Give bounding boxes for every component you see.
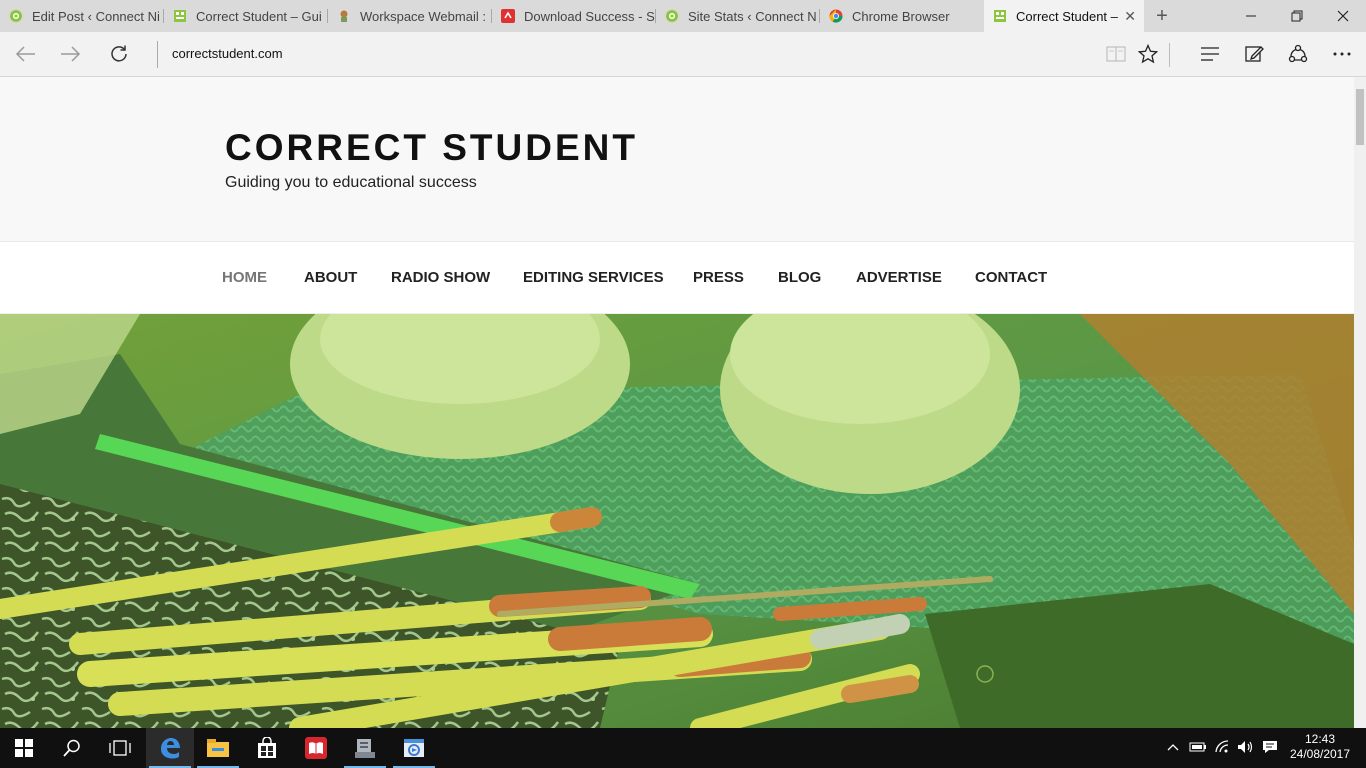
- close-icon: [1337, 10, 1349, 22]
- main-menu: HOME ABOUT RADIO SHOW EDITING SERVICES P…: [0, 242, 1354, 314]
- taskbar-app-pinned[interactable]: [341, 728, 389, 768]
- menu-item-about[interactable]: ABOUT: [304, 269, 357, 286]
- task-view-button[interactable]: [96, 728, 144, 768]
- show-hidden-icons-icon[interactable]: [1167, 740, 1179, 755]
- windows-logo-icon: [15, 739, 33, 757]
- menu-item-advertise[interactable]: ADVERTISE: [856, 269, 942, 286]
- wifi-icon[interactable]: [1214, 740, 1232, 757]
- tab-title: Chrome Browser: [852, 8, 950, 24]
- new-tab-button[interactable]: +: [1150, 4, 1174, 28]
- menu-item-blog[interactable]: BLOG: [778, 269, 821, 286]
- forward-arrow-icon: [61, 46, 81, 62]
- tab-title: Edit Post ‹ Connect Ni: [32, 8, 160, 24]
- action-center-icon[interactable]: [1262, 740, 1278, 757]
- site-title[interactable]: CORRECT STUDENT: [225, 127, 638, 169]
- media-icon: [404, 739, 424, 757]
- menu-item-press[interactable]: PRESS: [693, 269, 744, 286]
- reading-view-button[interactable]: [1099, 38, 1133, 70]
- reader-icon: [305, 737, 327, 759]
- app-icon: [355, 739, 375, 758]
- back-arrow-icon: [15, 46, 35, 62]
- tab-edit-post[interactable]: Edit Post ‹ Connect Ni: [0, 0, 164, 32]
- battery-icon[interactable]: [1189, 741, 1207, 756]
- tab-correct-student-active[interactable]: Correct Student – ✕: [984, 0, 1144, 32]
- more-dots-icon: [1333, 52, 1351, 56]
- restore-button[interactable]: [1274, 0, 1320, 32]
- tab-correct-student-1[interactable]: Correct Student – Gui: [164, 0, 328, 32]
- tab-title: Site Stats ‹ Connect N: [688, 8, 817, 24]
- pen-icon: [1245, 46, 1264, 62]
- taskbar-app-file-explorer[interactable]: [194, 728, 242, 768]
- search-button[interactable]: [48, 728, 96, 768]
- page-scrollbar[interactable]: [1354, 77, 1366, 728]
- connect-favicon-icon: [8, 8, 24, 24]
- taskbar-app-edge[interactable]: [146, 728, 194, 768]
- volume-icon[interactable]: [1237, 740, 1255, 757]
- page-viewport: CORRECT STUDENT Guiding you to education…: [0, 77, 1354, 728]
- clock-date: 24/08/2017: [1289, 747, 1351, 761]
- webmail-favicon-icon: [336, 8, 352, 24]
- edge-icon: [161, 738, 180, 759]
- store-icon: [258, 737, 276, 758]
- share-button[interactable]: [1281, 38, 1315, 70]
- correctstudent-favicon-icon: [992, 8, 1008, 24]
- refresh-button[interactable]: [102, 38, 136, 70]
- menu-item-editing-services[interactable]: EDITING SERVICES: [523, 269, 664, 286]
- close-window-button[interactable]: [1320, 0, 1366, 32]
- tab-site-stats[interactable]: Site Stats ‹ Connect N: [656, 0, 820, 32]
- address-divider: [157, 41, 158, 68]
- minimize-icon: [1246, 15, 1256, 17]
- start-button[interactable]: [0, 728, 48, 768]
- more-button[interactable]: [1325, 38, 1359, 70]
- download-favicon-icon: [500, 8, 516, 24]
- hero-photo-school-supplies: [0, 314, 1354, 728]
- back-button[interactable]: [8, 38, 42, 70]
- system-clock[interactable]: 12:43 24/08/2017: [1284, 732, 1356, 762]
- share-icon: [1288, 44, 1308, 63]
- close-tab-icon[interactable]: ✕: [1124, 8, 1136, 25]
- toolbar-divider: [1169, 43, 1170, 67]
- connect-favicon-icon: [664, 8, 680, 24]
- web-note-button[interactable]: [1237, 38, 1271, 70]
- taskbar: 12:43 24/08/2017: [0, 728, 1366, 768]
- hub-icon: [1201, 47, 1219, 61]
- refresh-icon: [111, 45, 127, 62]
- file-explorer-icon: [207, 739, 229, 757]
- star-icon: [1138, 44, 1158, 64]
- tab-title: Download Success - S: [524, 8, 655, 24]
- scrollbar-thumb[interactable]: [1356, 89, 1364, 145]
- restore-icon: [1291, 10, 1303, 22]
- tab-chrome-browser[interactable]: Chrome Browser: [820, 0, 984, 32]
- taskbar-app-store[interactable]: [243, 728, 291, 768]
- correctstudent-favicon-icon: [172, 8, 188, 24]
- search-icon: [63, 739, 80, 757]
- tab-strip: Edit Post ‹ Connect Ni Correct Student –…: [0, 0, 1366, 32]
- minimize-button[interactable]: [1228, 0, 1274, 32]
- clock-time: 12:43: [1304, 732, 1336, 746]
- hero-image: [0, 314, 1354, 728]
- forward-button[interactable]: [54, 38, 88, 70]
- menu-item-radio-show[interactable]: RADIO SHOW: [391, 269, 490, 286]
- navigation-bar: correctstudent.com: [0, 32, 1366, 77]
- menu-item-home[interactable]: HOME: [222, 269, 267, 286]
- tab-title: Correct Student –: [1016, 8, 1118, 24]
- taskbar-app-reader[interactable]: [292, 728, 340, 768]
- tab-webmail[interactable]: Workspace Webmail :: [328, 0, 492, 32]
- menu-item-contact[interactable]: CONTACT: [975, 269, 1047, 286]
- tab-title: Workspace Webmail :: [360, 8, 486, 24]
- site-tagline: Guiding you to educational success: [225, 174, 477, 191]
- task-view-icon: [109, 740, 131, 756]
- chrome-favicon-icon: [828, 8, 844, 24]
- reading-view-icon: [1106, 46, 1126, 62]
- favorite-button[interactable]: [1131, 38, 1165, 70]
- site-branding: CORRECT STUDENT Guiding you to education…: [0, 77, 1354, 242]
- hub-button[interactable]: [1193, 38, 1227, 70]
- taskbar-app-media[interactable]: [390, 728, 438, 768]
- tab-download-success[interactable]: Download Success - S: [492, 0, 656, 32]
- address-field[interactable]: correctstudent.com: [172, 46, 283, 61]
- tab-title: Correct Student – Gui: [196, 8, 322, 24]
